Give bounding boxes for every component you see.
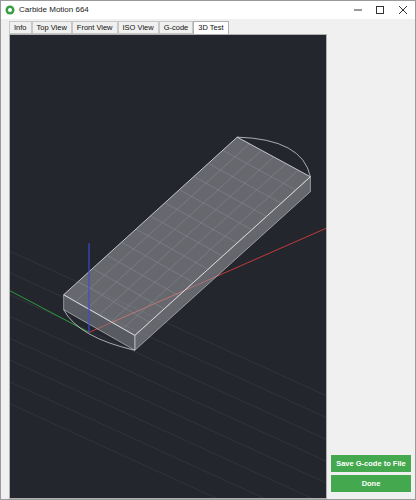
tab-bar: InfoTop ViewFront ViewISO ViewG-code3D T…: [9, 21, 327, 34]
window-title: Carbide Motion 664: [19, 6, 89, 14]
tab[interactable]: G-code: [159, 21, 194, 34]
tab[interactable]: Info: [9, 21, 32, 34]
side-panel: Save G-code to File Done: [327, 19, 415, 499]
tab[interactable]: ISO View: [118, 21, 159, 34]
body: InfoTop ViewFront ViewISO ViewG-code3D T…: [1, 19, 415, 499]
title-bar: Carbide Motion 664: [1, 1, 415, 19]
maximize-icon: [376, 6, 384, 14]
maximize-button[interactable]: [369, 1, 391, 19]
toolpath-3d-view[interactable]: [10, 35, 326, 498]
tab[interactable]: Front View: [72, 21, 118, 34]
main-panel: InfoTop ViewFront ViewISO ViewG-code3D T…: [1, 19, 327, 499]
action-button[interactable]: Done: [331, 475, 411, 492]
app-window: Carbide Motion 664 InfoTop ViewFront View…: [0, 0, 416, 500]
minimize-button[interactable]: [347, 1, 369, 19]
tab[interactable]: 3D Test: [193, 21, 228, 34]
app-logo-icon: [5, 5, 15, 15]
close-icon: [399, 6, 407, 14]
viewport: [9, 34, 327, 499]
tab[interactable]: Top View: [32, 21, 72, 34]
minimize-icon: [354, 6, 362, 14]
close-button[interactable]: [391, 1, 415, 19]
action-button[interactable]: Save G-code to File: [331, 455, 411, 472]
